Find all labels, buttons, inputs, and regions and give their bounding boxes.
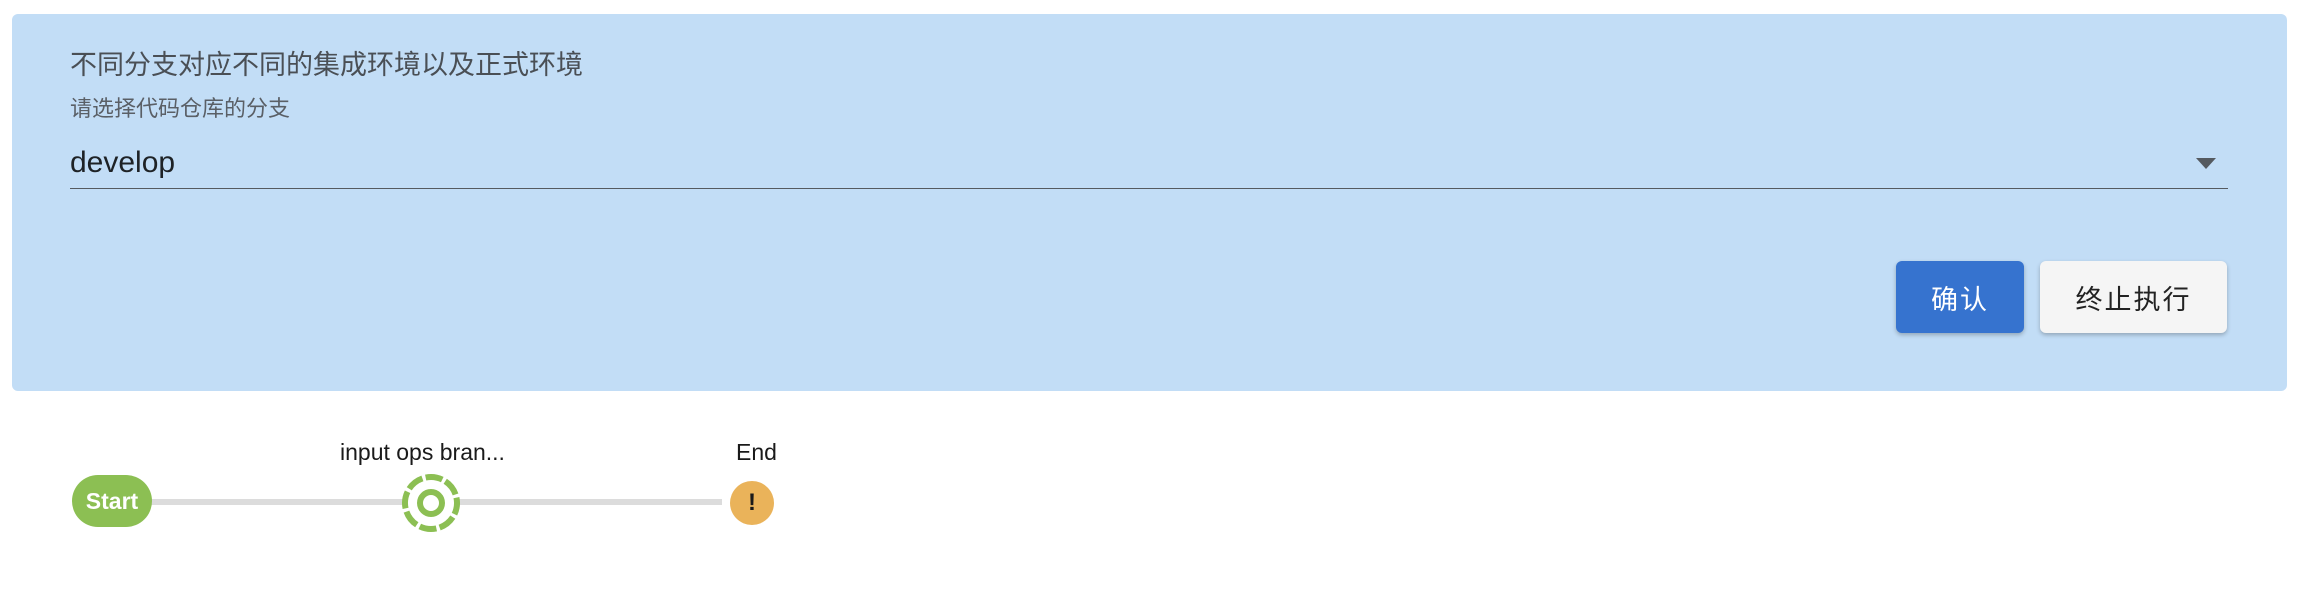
pipeline-connector xyxy=(150,499,405,505)
stage-label[interactable]: input ops bran... xyxy=(340,441,505,464)
branch-select[interactable]: develop xyxy=(70,132,2228,189)
input-panel: 不同分支对应不同的集成环境以及正式环境 请选择代码仓库的分支 develop 确… xyxy=(12,14,2287,391)
end-label: End xyxy=(736,439,777,465)
stage-running-icon[interactable] xyxy=(400,472,462,534)
start-node: Start xyxy=(72,475,152,527)
dropdown-arrow-icon[interactable] xyxy=(2196,158,2216,169)
branch-field-label: 请选择代码仓库的分支 xyxy=(70,96,291,121)
pipeline-graph: Start input ops bran... End ! xyxy=(0,420,900,570)
branch-select-value: develop xyxy=(70,146,176,179)
input-message: 不同分支对应不同的集成环境以及正式环境 xyxy=(70,50,583,80)
confirm-button[interactable]: 确认 xyxy=(1896,261,2024,333)
abort-button[interactable]: 终止执行 xyxy=(2040,261,2227,333)
pipeline-connector xyxy=(458,499,722,505)
end-warning-icon: ! xyxy=(730,481,774,525)
